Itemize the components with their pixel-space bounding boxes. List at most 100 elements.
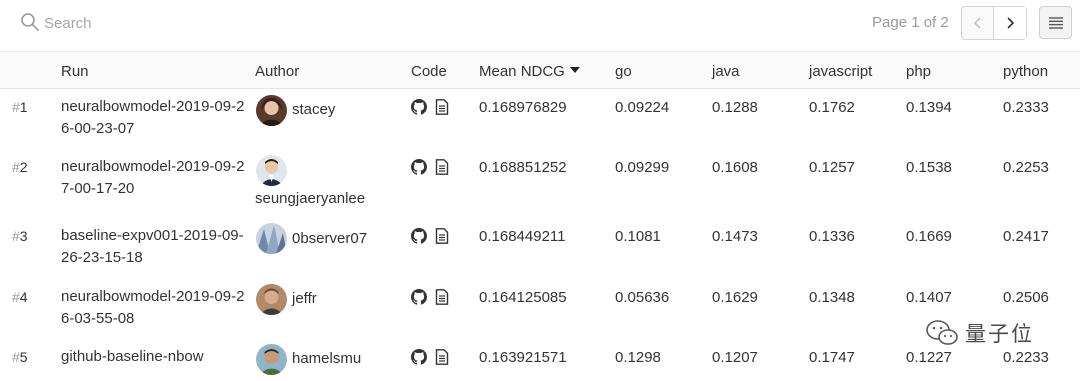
file-icon[interactable]	[435, 228, 451, 244]
code-links	[411, 289, 451, 305]
page-indicator: Page 1 of 2	[872, 14, 949, 31]
mean-ndcg-value: 0.168851252	[479, 159, 567, 176]
avatar[interactable]	[256, 95, 287, 126]
column-header-run[interactable]: Run	[61, 63, 89, 80]
rank-hash: #	[12, 99, 20, 115]
avatar[interactable]	[256, 344, 287, 375]
php-value: 0.1227	[906, 349, 952, 366]
file-icon[interactable]	[435, 159, 451, 175]
sort-descending-icon	[569, 67, 580, 74]
mean-ndcg-value: 0.163921571	[479, 349, 567, 366]
next-page-button[interactable]	[994, 7, 1026, 39]
java-value: 0.1629	[712, 289, 758, 306]
row-rank: #1	[12, 99, 28, 115]
pagination-controls	[961, 6, 1027, 40]
java-value: 0.1608	[712, 159, 758, 176]
row-rank: #5	[12, 349, 28, 365]
code-links	[411, 99, 451, 115]
file-icon[interactable]	[435, 99, 451, 115]
row-rank: #3	[12, 228, 28, 244]
rank-hash: #	[12, 228, 20, 244]
column-header-php[interactable]: php	[906, 63, 931, 80]
run-name-link[interactable]: github-baseline-nbow	[61, 346, 246, 368]
go-value: 0.05636	[615, 289, 670, 306]
mean-ndcg-value: 0.168449211	[479, 228, 566, 245]
python-value: 0.2417	[1003, 228, 1049, 245]
column-header-javascript[interactable]: javascript	[809, 63, 872, 80]
github-icon[interactable]	[411, 159, 427, 175]
run-name-link[interactable]: neuralbowmodel-2019-09-27-00-17-20	[61, 156, 246, 200]
go-value: 0.1298	[615, 349, 661, 366]
rank-number: 2	[19, 159, 28, 175]
table-row: #3 baseline-expv001-2019-09-26-23-15-18 …	[0, 218, 1080, 278]
column-header-code[interactable]: Code	[411, 63, 447, 80]
column-menu-button[interactable]	[1039, 6, 1072, 39]
run-name-link[interactable]: baseline-expv001-2019-09-26-23-15-18	[61, 225, 246, 269]
chevron-left-icon	[973, 17, 981, 29]
python-value: 0.2333	[1003, 99, 1049, 116]
column-header-mean-ndcg[interactable]: Mean NDCG	[479, 63, 580, 80]
watermark-text: 量子位	[965, 322, 1034, 346]
watermark: 量子位	[925, 318, 1075, 348]
javascript-value: 0.1257	[809, 159, 855, 176]
table-row: #4 neuralbowmodel-2019-09-26-03-55-08 je…	[0, 278, 1080, 338]
avatar[interactable]	[256, 223, 287, 254]
file-icon[interactable]	[435, 349, 451, 365]
table-row: #2 neuralbowmodel-2019-09-27-00-17-20 se…	[0, 149, 1080, 215]
github-icon[interactable]	[411, 349, 427, 365]
code-links	[411, 228, 451, 244]
rank-number: 1	[19, 99, 28, 115]
column-header-mean-ndcg-label: Mean NDCG	[479, 63, 565, 80]
rank-number: 4	[19, 289, 28, 305]
mean-ndcg-value: 0.168976829	[479, 99, 567, 116]
javascript-value: 0.1348	[809, 289, 855, 306]
github-icon[interactable]	[411, 228, 427, 244]
table-header: Run Author Code Mean NDCG go java javasc…	[0, 53, 1080, 89]
search-input[interactable]	[44, 11, 344, 35]
column-header-go[interactable]: go	[615, 63, 632, 80]
avatar[interactable]	[256, 155, 287, 186]
java-value: 0.1473	[712, 228, 758, 245]
run-name-link[interactable]: neuralbowmodel-2019-09-26-03-55-08	[61, 286, 246, 330]
file-icon[interactable]	[435, 289, 451, 305]
php-value: 0.1407	[906, 289, 952, 306]
rank-hash: #	[12, 159, 20, 175]
avatar[interactable]	[256, 284, 287, 315]
mean-ndcg-value: 0.164125085	[479, 289, 567, 306]
chevron-right-icon	[1007, 17, 1015, 29]
java-value: 0.1288	[712, 99, 758, 116]
hamburger-menu-icon	[1048, 16, 1063, 29]
row-rank: #4	[12, 289, 28, 305]
go-value: 0.09299	[615, 159, 670, 176]
java-value: 0.1207	[712, 349, 758, 366]
rank-number: 3	[19, 228, 28, 244]
python-value: 0.2506	[1003, 289, 1049, 306]
code-links	[411, 349, 451, 365]
author-name[interactable]: stacey	[292, 101, 335, 118]
author-name[interactable]: hamelsmu	[292, 350, 361, 367]
javascript-value: 0.1747	[809, 349, 855, 366]
search-icon	[21, 13, 39, 31]
php-value: 0.1538	[906, 159, 952, 176]
php-value: 0.1394	[906, 99, 952, 116]
rank-number: 5	[19, 349, 28, 365]
previous-page-button[interactable]	[962, 7, 995, 39]
author-name[interactable]: seungjaeryanlee	[255, 190, 365, 207]
row-rank: #2	[12, 159, 28, 175]
github-icon[interactable]	[411, 289, 427, 305]
table-row: #5 github-baseline-nbow hamelsmu 0.16392…	[0, 338, 1080, 381]
wechat-logo-icon	[926, 320, 958, 345]
javascript-value: 0.1762	[809, 99, 855, 116]
github-icon[interactable]	[411, 99, 427, 115]
author-name[interactable]: 0bserver07	[292, 230, 367, 247]
column-header-python[interactable]: python	[1003, 63, 1048, 80]
code-links	[411, 159, 451, 175]
author-name[interactable]: jeffr	[292, 290, 317, 307]
table-row: #1 neuralbowmodel-2019-09-26-00-23-07 st…	[0, 89, 1080, 149]
python-value: 0.2233	[1003, 349, 1049, 366]
column-header-java[interactable]: java	[712, 63, 740, 80]
rank-hash: #	[12, 349, 20, 365]
go-value: 0.1081	[615, 228, 661, 245]
column-header-author[interactable]: Author	[255, 63, 299, 80]
run-name-link[interactable]: neuralbowmodel-2019-09-26-00-23-07	[61, 96, 246, 140]
